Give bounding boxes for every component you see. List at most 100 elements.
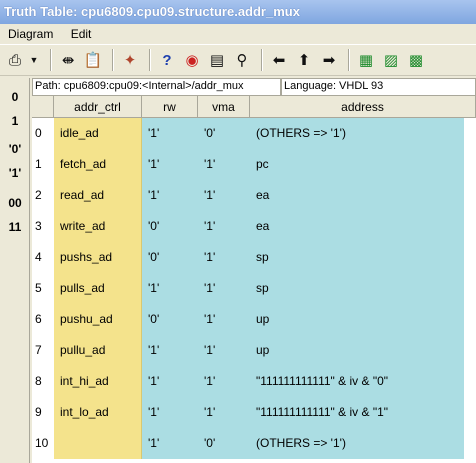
addr-ctrl-cell[interactable] xyxy=(54,428,142,459)
target-icon[interactable]: ◉ xyxy=(181,49,203,71)
row-gap xyxy=(464,118,476,149)
row-number[interactable]: 9 xyxy=(32,397,54,428)
vma-cell[interactable]: '1' xyxy=(198,242,250,273)
address-cell[interactable]: up xyxy=(250,335,464,366)
addr-ctrl-cell[interactable]: int_lo_ad xyxy=(54,397,142,428)
table-row: 3 write_ad '0' '1' ea xyxy=(32,211,476,242)
rw-cell[interactable]: '1' xyxy=(142,180,198,211)
row-gap xyxy=(464,428,476,459)
zoom-icon[interactable]: ⚲ xyxy=(231,49,253,71)
row-number[interactable]: 0 xyxy=(32,118,54,149)
rw-cell[interactable]: '1' xyxy=(142,149,198,180)
palette-value[interactable]: 11 xyxy=(0,220,30,234)
vma-cell[interactable]: '1' xyxy=(198,335,250,366)
row-number[interactable]: 1 xyxy=(32,149,54,180)
paste-icon[interactable]: 📋 xyxy=(82,49,104,71)
wand-icon[interactable]: ✦ xyxy=(119,49,141,71)
menu-edit[interactable]: Edit xyxy=(71,27,92,41)
address-cell[interactable]: pc xyxy=(250,149,464,180)
address-cell[interactable]: (OTHERS => '1') xyxy=(250,428,464,459)
vma-cell[interactable]: '0' xyxy=(198,428,250,459)
addr-ctrl-cell[interactable]: pullu_ad xyxy=(54,335,142,366)
palette-value[interactable]: 00 xyxy=(0,196,30,210)
row-gap xyxy=(464,273,476,304)
address-cell[interactable]: ea xyxy=(250,180,464,211)
row-number[interactable]: 3 xyxy=(32,211,54,242)
addr-ctrl-cell[interactable]: idle_ad xyxy=(54,118,142,149)
arrow-right-icon[interactable]: ➡ xyxy=(318,49,340,71)
address-cell[interactable]: (OTHERS => '1') xyxy=(250,118,464,149)
rw-cell[interactable]: '1' xyxy=(142,335,198,366)
addr-ctrl-cell[interactable]: pulls_ad xyxy=(54,273,142,304)
row-number[interactable]: 8 xyxy=(32,366,54,397)
row-number[interactable]: 4 xyxy=(32,242,54,273)
row-gap xyxy=(464,366,476,397)
table-row: 7 pullu_ad '1' '1' up xyxy=(32,335,476,366)
expand-columns-icon[interactable]: ▦ xyxy=(355,49,377,71)
rw-cell[interactable]: '1' xyxy=(142,118,198,149)
toolbar-separator xyxy=(149,49,151,71)
vma-cell[interactable]: '1' xyxy=(198,211,250,242)
vma-cell[interactable]: '1' xyxy=(198,180,250,211)
palette-value[interactable]: '0' xyxy=(0,142,30,156)
notepad-icon[interactable]: ▤ xyxy=(206,49,228,71)
table-row: 10 '1' '0' (OTHERS => '1') xyxy=(32,428,476,459)
row-gap xyxy=(464,397,476,428)
split-view-icon[interactable]: ⇼ xyxy=(57,49,79,71)
insert-row-icon[interactable]: ▩ xyxy=(405,49,427,71)
dropdown-icon[interactable]: ▼ xyxy=(29,49,39,71)
address-cell[interactable]: ea xyxy=(250,211,464,242)
column-header-addr-ctrl[interactable]: addr_ctrl xyxy=(54,96,142,118)
language-label: Language: VHDL 93 xyxy=(281,78,476,96)
palette-value[interactable]: 0 xyxy=(0,90,30,104)
print-icon[interactable]: ⎙ xyxy=(4,49,26,71)
row-number[interactable]: 5 xyxy=(32,273,54,304)
menu-diagram[interactable]: Diagram xyxy=(8,27,53,41)
address-cell[interactable]: up xyxy=(250,304,464,335)
rw-cell[interactable]: '0' xyxy=(142,211,198,242)
rw-cell[interactable]: '0' xyxy=(142,304,198,335)
column-header-rw[interactable]: rw xyxy=(142,96,198,118)
addr-ctrl-cell[interactable]: fetch_ad xyxy=(54,149,142,180)
rw-cell[interactable]: '1' xyxy=(142,428,198,459)
address-cell[interactable]: "111111111111" & iv & "1" xyxy=(250,397,464,428)
palette-value[interactable]: 1 xyxy=(0,114,30,128)
vma-cell[interactable]: '1' xyxy=(198,273,250,304)
toolbar-separator xyxy=(261,49,263,71)
row-number[interactable]: 2 xyxy=(32,180,54,211)
column-header-address[interactable]: address xyxy=(250,96,476,118)
vma-cell[interactable]: '1' xyxy=(198,304,250,335)
vma-cell[interactable]: '1' xyxy=(198,149,250,180)
palette-value[interactable]: '1' xyxy=(0,166,30,180)
toolbar: ⎙ ▼ ⇼ 📋 ✦ ? ◉ ▤ ⚲ ⬅ ⬆ ➡ ▦ ▨ ▩ xyxy=(0,44,476,76)
row-number[interactable]: 7 xyxy=(32,335,54,366)
column-header-vma[interactable]: vma xyxy=(198,96,250,118)
table-row: 4 pushs_ad '0' '1' sp xyxy=(32,242,476,273)
arrow-left-icon[interactable]: ⬅ xyxy=(268,49,290,71)
row-gap xyxy=(464,304,476,335)
insert-column-icon[interactable]: ▨ xyxy=(380,49,402,71)
addr-ctrl-cell[interactable]: write_ad xyxy=(54,211,142,242)
address-cell[interactable]: sp xyxy=(250,273,464,304)
addr-ctrl-cell[interactable]: pushu_ad xyxy=(54,304,142,335)
vma-cell[interactable]: '1' xyxy=(198,397,250,428)
addr-ctrl-cell[interactable]: read_ad xyxy=(54,180,142,211)
help-icon[interactable]: ? xyxy=(156,49,178,71)
row-gap xyxy=(464,180,476,211)
row-gap xyxy=(464,242,476,273)
rw-cell[interactable]: '0' xyxy=(142,242,198,273)
address-cell[interactable]: sp xyxy=(250,242,464,273)
rw-cell[interactable]: '1' xyxy=(142,397,198,428)
toolbar-separator xyxy=(348,49,350,71)
addr-ctrl-cell[interactable]: pushs_ad xyxy=(54,242,142,273)
rw-cell[interactable]: '1' xyxy=(142,366,198,397)
vma-cell[interactable]: '1' xyxy=(198,366,250,397)
arrow-up-icon[interactable]: ⬆ xyxy=(293,49,315,71)
row-number[interactable]: 10 xyxy=(32,428,54,459)
rw-cell[interactable]: '1' xyxy=(142,273,198,304)
table-row: 2 read_ad '1' '1' ea xyxy=(32,180,476,211)
addr-ctrl-cell[interactable]: int_hi_ad xyxy=(54,366,142,397)
row-number[interactable]: 6 xyxy=(32,304,54,335)
address-cell[interactable]: "111111111111" & iv & "0" xyxy=(250,366,464,397)
vma-cell[interactable]: '0' xyxy=(198,118,250,149)
